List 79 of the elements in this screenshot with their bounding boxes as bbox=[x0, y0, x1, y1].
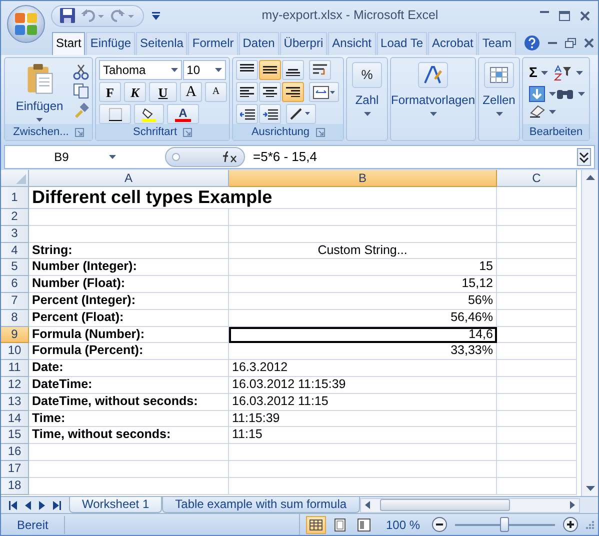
column-header[interactable]: C bbox=[497, 170, 577, 187]
ribbon-tab[interactable]: Start bbox=[52, 32, 86, 55]
table-cell[interactable]: DateTime, without seconds: bbox=[29, 394, 229, 411]
autosum-button[interactable]: Σ bbox=[529, 62, 548, 83]
font-color-button[interactable]: A bbox=[167, 104, 199, 124]
table-cell[interactable]: Formula (Percent): bbox=[29, 343, 229, 360]
table-cell[interactable]: DateTime: bbox=[29, 376, 229, 394]
table-cell[interactable]: Time: bbox=[29, 410, 229, 428]
row-header[interactable]: 8 bbox=[1, 310, 29, 327]
column-header[interactable]: A bbox=[29, 170, 229, 187]
percent-glyph: % bbox=[361, 66, 373, 84]
row-header[interactable]: 11 bbox=[1, 360, 29, 377]
ribbon-tab[interactable]: Überpri bbox=[280, 32, 328, 55]
group-label: Ausrichtung bbox=[251, 125, 310, 140]
row-header[interactable]: 17 bbox=[1, 460, 29, 478]
row-header[interactable]: 15 bbox=[1, 427, 29, 444]
table-cell[interactable]: Number (Float): bbox=[29, 276, 229, 293]
table-cell[interactable]: 16.03.2012 11:15 bbox=[229, 394, 497, 411]
table-cell[interactable]: 14,6 bbox=[229, 326, 497, 344]
sheet-tab[interactable]: Worksheet 1 bbox=[69, 497, 162, 513]
table-cell[interactable]: Percent (Integer): bbox=[29, 292, 229, 310]
ribbon-tab[interactable]: Daten bbox=[238, 32, 279, 55]
ribbon-tab[interactable]: Einfüge bbox=[86, 32, 136, 55]
row-header[interactable]: 1 bbox=[1, 187, 29, 209]
group-label: Schriftart bbox=[132, 125, 177, 140]
table-cell[interactable]: 33,33% bbox=[229, 343, 497, 360]
group-label: Bearbeiten bbox=[529, 125, 583, 140]
italic-button[interactable]: K bbox=[124, 82, 146, 102]
table-cell[interactable]: Number (Integer): bbox=[29, 259, 229, 276]
row-header[interactable]: 7 bbox=[1, 292, 29, 310]
row-header[interactable]: 18 bbox=[1, 478, 29, 495]
sheet-tab[interactable]: Table example with sum formula bbox=[162, 497, 360, 513]
table-cell[interactable]: Different cell types Example bbox=[29, 187, 497, 209]
status-text: Bereit bbox=[1, 516, 66, 534]
row-header[interactable]: 13 bbox=[1, 394, 29, 411]
window-title: my-export.xlsx - Microsoft Excel bbox=[262, 8, 438, 22]
table-cell[interactable]: Percent (Float): bbox=[29, 310, 229, 327]
ribbon-tab[interactable]: Acrobat bbox=[428, 32, 478, 55]
table-cell[interactable]: 56% bbox=[229, 292, 497, 310]
styles-button[interactable]: Formatvorlagen bbox=[390, 57, 476, 141]
shrink-font-button[interactable]: A bbox=[205, 82, 227, 102]
ribbon-tab[interactable]: Load Te bbox=[376, 32, 428, 55]
row-header[interactable]: 6 bbox=[1, 276, 29, 293]
table-cell[interactable]: String: bbox=[29, 242, 229, 260]
table-cell[interactable]: 16.3.2012 bbox=[229, 360, 497, 377]
row-header[interactable]: 16 bbox=[1, 444, 29, 461]
row-header[interactable]: 9 bbox=[1, 326, 29, 344]
group-label: Zwischen... bbox=[13, 125, 69, 140]
font-size-field[interactable]: 10 bbox=[182, 60, 226, 80]
ribbon-tab[interactable]: Formelr bbox=[188, 32, 238, 55]
row-header[interactable]: 3 bbox=[1, 226, 29, 243]
ribbon-tab[interactable]: Ansicht bbox=[328, 32, 376, 55]
paste-button[interactable]: Einfügen bbox=[8, 60, 71, 122]
cells-button[interactable]: Zellen bbox=[478, 57, 520, 141]
table-cell[interactable]: Date: bbox=[29, 360, 229, 377]
column-header[interactable]: B bbox=[229, 170, 497, 187]
grow-font-button[interactable]: A bbox=[180, 82, 202, 102]
bold-button[interactable]: F bbox=[99, 82, 121, 102]
row-header[interactable]: 2 bbox=[1, 209, 29, 226]
row-header[interactable]: 12 bbox=[1, 376, 29, 394]
row-header[interactable]: 5 bbox=[1, 259, 29, 276]
table-cell[interactable]: 56,46% bbox=[229, 310, 497, 327]
table-cell[interactable]: 11:15 bbox=[229, 427, 497, 444]
font-name-field[interactable]: Tahoma bbox=[99, 60, 182, 80]
table-cell[interactable]: Time, without seconds: bbox=[29, 427, 229, 444]
ribbon-tab[interactable]: Team bbox=[478, 32, 516, 55]
table-cell[interactable]: 15 bbox=[229, 259, 497, 276]
row-header[interactable]: 10 bbox=[1, 343, 29, 360]
table-cell[interactable]: Custom String... bbox=[229, 242, 497, 260]
table-cell[interactable]: 11:15:39 bbox=[229, 410, 497, 428]
ribbon-tab[interactable]: Seitenla bbox=[136, 32, 188, 55]
table-cell[interactable]: Formula (Number): bbox=[29, 326, 229, 344]
table-cell[interactable]: 15,12 bbox=[229, 276, 497, 293]
row-header[interactable]: 14 bbox=[1, 410, 29, 428]
number-format-button[interactable]: % Zahl bbox=[346, 57, 388, 141]
table-cell[interactable]: 16.03.2012 11:15:39 bbox=[229, 376, 497, 394]
underline-button[interactable]: U bbox=[149, 82, 177, 102]
zoom-level[interactable]: 100 % bbox=[386, 516, 420, 534]
row-header[interactable]: 4 bbox=[1, 242, 29, 260]
